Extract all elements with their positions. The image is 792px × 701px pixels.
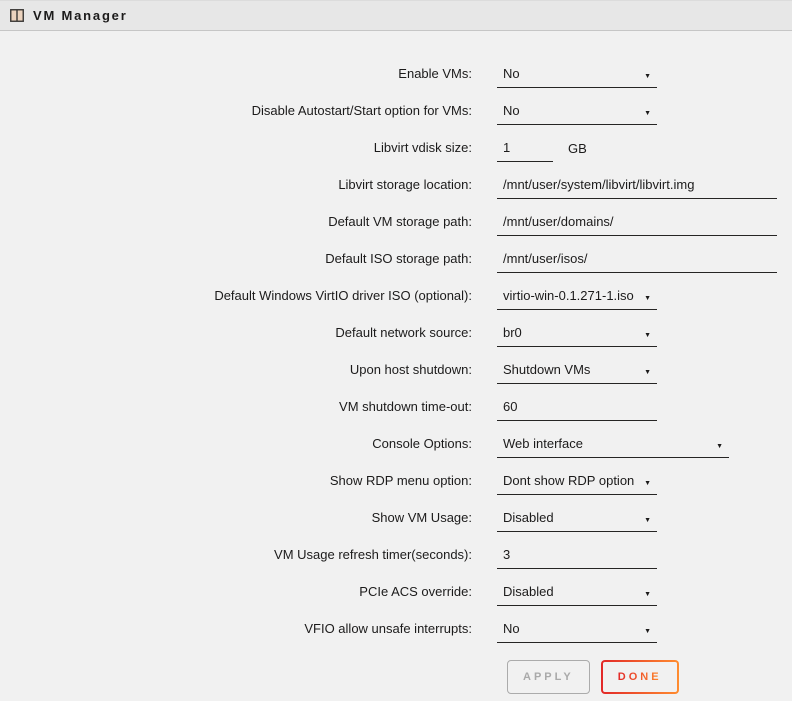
form-row: Enable VMs: No ▼ (0, 51, 792, 88)
form-row: Disable Autostart/Start option for VMs: … (0, 88, 792, 125)
pcie-acs-override-label: PCIe ACS override: (0, 584, 472, 606)
chevron-down-icon: ▼ (644, 110, 651, 117)
default-virtio-iso-select[interactable]: virtio-win-0.1.271-1.iso ▼ (497, 288, 657, 310)
columns-icon (10, 9, 24, 22)
upon-host-shutdown-label: Upon host shutdown: (0, 362, 472, 384)
vm-shutdown-timeout-input[interactable] (497, 399, 657, 421)
libvirt-storage-location-label: Libvirt storage location: (0, 177, 472, 199)
default-virtio-iso-value: virtio-win-0.1.271-1.iso (503, 288, 634, 303)
show-vm-usage-select[interactable]: Disabled ▼ (497, 510, 657, 532)
show-vm-usage-value: Disabled (503, 510, 554, 525)
form-row: Default network source: br0 ▼ (0, 310, 792, 347)
chevron-down-icon: ▼ (644, 295, 651, 302)
show-rdp-menu-option-label: Show RDP menu option: (0, 473, 472, 495)
page-title: VM Manager (33, 8, 128, 23)
libvirt-vdisk-size-field[interactable] (503, 140, 547, 155)
vm-shutdown-timeout-field[interactable] (503, 399, 651, 414)
form-row: Libvirt storage location: (0, 162, 792, 199)
upon-host-shutdown-value: Shutdown VMs (503, 362, 590, 377)
default-virtio-iso-label: Default Windows VirtIO driver ISO (optio… (0, 288, 472, 310)
form-row: Show RDP menu option: Dont show RDP opti… (0, 458, 792, 495)
form-row: Libvirt vdisk size: GB (0, 125, 792, 162)
disable-autostart-select[interactable]: No ▼ (497, 103, 657, 125)
libvirt-storage-location-field[interactable] (503, 177, 771, 192)
titlebar: VM Manager (0, 0, 792, 31)
console-options-label: Console Options: (0, 436, 472, 458)
chevron-down-icon: ▼ (644, 332, 651, 339)
chevron-down-icon: ▼ (644, 73, 651, 80)
vm-shutdown-timeout-label: VM shutdown time-out: (0, 399, 472, 421)
default-vm-storage-path-label: Default VM storage path: (0, 214, 472, 236)
vfio-unsafe-interrupts-value: No (503, 621, 520, 636)
vm-usage-refresh-timer-input[interactable] (497, 547, 657, 569)
default-network-source-select[interactable]: br0 ▼ (497, 325, 657, 347)
form-row: VFIO allow unsafe interrupts: No ▼ (0, 606, 792, 643)
form-row: VM Usage refresh timer(seconds): (0, 532, 792, 569)
form-row: Upon host shutdown: Shutdown VMs ▼ (0, 347, 792, 384)
libvirt-vdisk-size-label: Libvirt vdisk size: (0, 140, 472, 162)
chevron-down-icon: ▼ (644, 480, 651, 487)
apply-button[interactable]: APPLY (507, 660, 590, 694)
form-buttons: APPLY DONE (507, 660, 792, 694)
upon-host-shutdown-select[interactable]: Shutdown VMs ▼ (497, 362, 657, 384)
default-iso-storage-path-field[interactable] (503, 251, 771, 266)
form-row: Default Windows VirtIO driver ISO (optio… (0, 273, 792, 310)
enable-vms-select[interactable]: No ▼ (497, 66, 657, 88)
chevron-down-icon: ▼ (644, 369, 651, 376)
form-row: PCIe ACS override: Disabled ▼ (0, 569, 792, 606)
vfio-unsafe-interrupts-select[interactable]: No ▼ (497, 621, 657, 643)
done-button-label: DONE (618, 671, 662, 683)
disable-autostart-value: No (503, 103, 520, 118)
libvirt-vdisk-size-input[interactable] (497, 140, 553, 162)
default-network-source-label: Default network source: (0, 325, 472, 347)
chevron-down-icon: ▼ (644, 591, 651, 598)
settings-form: Enable VMs: No ▼ Disable Autostart/Start … (0, 51, 792, 643)
show-vm-usage-label: Show VM Usage: (0, 510, 472, 532)
default-iso-storage-path-label: Default ISO storage path: (0, 251, 472, 273)
form-row: VM shutdown time-out: (0, 384, 792, 421)
form-row: Console Options: Web interface ▼ (0, 421, 792, 458)
libvirt-vdisk-size-unit: GB (568, 141, 587, 162)
console-options-select[interactable]: Web interface ▼ (497, 436, 729, 458)
pcie-acs-override-select[interactable]: Disabled ▼ (497, 584, 657, 606)
form-row: Show VM Usage: Disabled ▼ (0, 495, 792, 532)
vm-usage-refresh-timer-field[interactable] (503, 547, 651, 562)
default-network-source-value: br0 (503, 325, 522, 340)
default-vm-storage-path-field[interactable] (503, 214, 771, 229)
libvirt-storage-location-input[interactable] (497, 177, 777, 199)
enable-vms-value: No (503, 66, 520, 81)
vfio-unsafe-interrupts-label: VFIO allow unsafe interrupts: (0, 621, 472, 643)
disable-autostart-label: Disable Autostart/Start option for VMs: (0, 103, 472, 125)
show-rdp-menu-option-select[interactable]: Dont show RDP option ▼ (497, 473, 657, 495)
chevron-down-icon: ▼ (716, 443, 723, 450)
show-rdp-menu-option-value: Dont show RDP option (503, 473, 634, 488)
form-row: Default VM storage path: (0, 199, 792, 236)
console-options-value: Web interface (503, 436, 583, 451)
chevron-down-icon: ▼ (644, 517, 651, 524)
default-iso-storage-path-input[interactable] (497, 251, 777, 273)
done-button[interactable]: DONE (601, 660, 679, 694)
form-row: Default ISO storage path: (0, 236, 792, 273)
vm-usage-refresh-timer-label: VM Usage refresh timer(seconds): (0, 547, 472, 569)
enable-vms-label: Enable VMs: (0, 66, 472, 88)
chevron-down-icon: ▼ (644, 628, 651, 635)
default-vm-storage-path-input[interactable] (497, 214, 777, 236)
pcie-acs-override-value: Disabled (503, 584, 554, 599)
